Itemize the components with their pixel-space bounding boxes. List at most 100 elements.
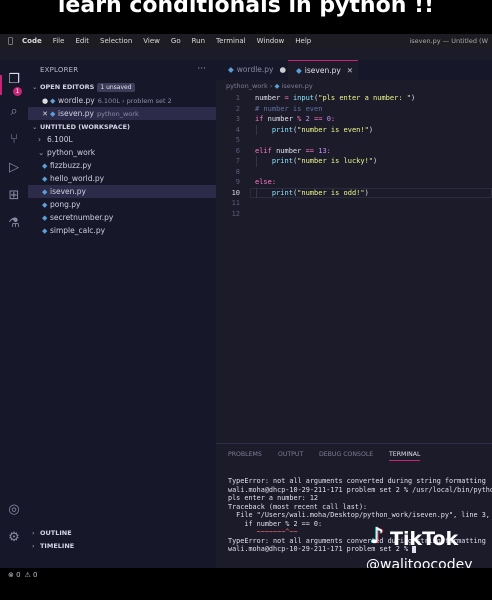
code-line: print("number is lucky!") bbox=[271, 157, 378, 165]
code-line: print("number is odd!") bbox=[271, 188, 369, 197]
source-control-icon[interactable]: ⑂ bbox=[6, 132, 22, 148]
active-indicator bbox=[0, 75, 2, 95]
terminal-line: pls enter a number: 12 bbox=[228, 494, 319, 502]
tiktok-logo-icon: ♪ bbox=[369, 524, 385, 549]
tab-output[interactable]: OUTPUT bbox=[278, 451, 303, 458]
terminal-line: wali.moha@dhcp-10-29-211-171 problem set… bbox=[228, 485, 492, 494]
file-pong[interactable]: ◆ pong.py bbox=[28, 198, 230, 211]
line-number: 10 bbox=[231, 188, 240, 197]
status-area: ⊗ 0 ⚠ 0 bbox=[0, 568, 492, 600]
breadcrumb-file[interactable]: iseven.py bbox=[282, 82, 313, 90]
workspace-header[interactable]: ⌄ UNTITLED (WORKSPACE) bbox=[32, 123, 130, 131]
line-number: 8 bbox=[235, 167, 240, 176]
python-file-icon: ◆ bbox=[296, 66, 302, 75]
run-debug-icon[interactable]: ▷ bbox=[6, 160, 22, 176]
menu-file[interactable]: File bbox=[53, 37, 65, 45]
python-file-icon: ◆ bbox=[50, 110, 56, 118]
explorer-title: EXPLORER bbox=[40, 66, 79, 74]
menu-run[interactable]: Run bbox=[192, 37, 205, 45]
menu-window[interactable]: Window bbox=[257, 37, 285, 45]
chevron-right-icon: › bbox=[38, 135, 41, 144]
breadcrumb-folder[interactable]: python_work bbox=[226, 82, 268, 90]
chevron-down-icon: ⌄ bbox=[32, 83, 38, 91]
tab-terminal[interactable]: TERMINAL bbox=[389, 451, 421, 461]
testing-icon[interactable]: ⚗ bbox=[6, 216, 22, 232]
open-editor-wordle[interactable]: ● ◆ wordle.py 6.100L › problem set 2 bbox=[28, 94, 228, 107]
tab-iseven[interactable]: ◆ iseven.py ✕ bbox=[288, 60, 358, 80]
code-editor[interactable]: 1 2 3 4 5 6 7 8 9 10 11 12 number = inpu… bbox=[216, 93, 492, 443]
video-caption: learn conditionals in python !! bbox=[0, 0, 492, 34]
close-icon[interactable]: ✕ bbox=[347, 66, 353, 75]
outline-header[interactable]: › OUTLINE bbox=[32, 529, 72, 537]
code-line: if number % 2 == 0: bbox=[255, 115, 336, 123]
python-file-icon: ◆ bbox=[274, 82, 280, 90]
file-iseven[interactable]: ◆ iseven.py bbox=[28, 185, 216, 198]
open-editors-header[interactable]: ⌄ OPEN EDITORS 1 unsaved bbox=[32, 83, 135, 92]
macos-menubar:  Code File Edit Selection View Go Run T… bbox=[0, 34, 492, 48]
line-number: 6 bbox=[235, 146, 240, 155]
chevron-down-icon: ⌄ bbox=[32, 123, 38, 131]
chevron-right-icon: › bbox=[32, 542, 35, 550]
files-icon[interactable]: ❐ bbox=[6, 72, 22, 88]
apple-menu-icon[interactable]:  bbox=[8, 37, 16, 45]
terminal-line: File "/Users/wali.moha/Desktop/python_wo… bbox=[228, 511, 492, 519]
line-number: 3 bbox=[235, 115, 240, 123]
chevron-down-icon: ⌄ bbox=[38, 148, 45, 157]
close-icon[interactable]: ✕ bbox=[40, 108, 50, 121]
extensions-icon[interactable]: ⊞ bbox=[6, 188, 22, 204]
folder-6100l[interactable]: › 6.100L bbox=[28, 133, 226, 146]
search-icon[interactable]: ⌕ bbox=[6, 104, 22, 120]
line-number: 11 bbox=[231, 199, 240, 207]
warnings-count[interactable]: ⚠ 0 bbox=[25, 571, 38, 579]
editor-tabs: ◆ wordle.py ● ◆ iseven.py ✕ bbox=[216, 60, 492, 80]
file-hello-world[interactable]: ◆ hello_world.py bbox=[28, 172, 230, 185]
menu-view[interactable]: View bbox=[143, 37, 160, 45]
breadcrumb: python_work › ◆ iseven.py bbox=[226, 82, 313, 90]
code-line: else: bbox=[255, 178, 277, 186]
status-bar: ⊗ 0 ⚠ 0 bbox=[0, 568, 492, 582]
more-actions-icon[interactable]: ··· bbox=[197, 64, 206, 74]
menu-edit[interactable]: Edit bbox=[75, 37, 89, 45]
menu-selection[interactable]: Selection bbox=[100, 37, 132, 45]
code-line: elif number == 13: bbox=[255, 146, 331, 155]
line-number: 7 bbox=[235, 157, 240, 165]
line-number: 4 bbox=[235, 125, 240, 134]
file-simple-calc[interactable]: ◆ simple_calc.py bbox=[28, 224, 230, 237]
folder-python-work[interactable]: ⌄ python_work bbox=[28, 146, 226, 159]
code-line: print("number is even!") bbox=[271, 125, 374, 134]
unsaved-dot-icon[interactable]: ● bbox=[280, 65, 287, 74]
chevron-right-icon: › bbox=[32, 529, 35, 537]
tiktok-brand: TikTok bbox=[390, 528, 459, 550]
tab-problems[interactable]: PROBLEMS bbox=[228, 451, 262, 458]
python-file-icon: ◆ bbox=[228, 65, 234, 74]
explorer-badge: 1 bbox=[13, 87, 22, 96]
terminal-line: TypeError: not all arguments converted d… bbox=[228, 477, 486, 485]
vscode-window: ❐ 1 ⌕ ⑂ ▷ ⊞ ⚗ ◎ ⚙ EXPLORER ··· ⌄ OPEN EDI… bbox=[0, 48, 492, 573]
explorer-sidebar: EXPLORER ··· ⌄ OPEN EDITORS 1 unsaved ● ◆ wo… bbox=[28, 60, 216, 568]
window-title: iseven.py — Untitled (W bbox=[409, 37, 488, 45]
line-number: 5 bbox=[235, 136, 240, 144]
file-fizzbuzz[interactable]: ◆ fizzbuzz.py bbox=[28, 159, 230, 172]
menu-terminal[interactable]: Terminal bbox=[216, 37, 246, 45]
menu-go[interactable]: Go bbox=[171, 37, 181, 45]
menu-help[interactable]: Help bbox=[295, 37, 311, 45]
tab-debug-console[interactable]: DEBUG CONSOLE bbox=[319, 451, 373, 458]
file-secretnumber[interactable]: ◆ secretnumber.py bbox=[28, 211, 230, 224]
open-editor-iseven[interactable]: ✕ ◆ iseven.py python_work bbox=[28, 107, 216, 120]
menu-code[interactable]: Code bbox=[22, 37, 42, 45]
errors-count[interactable]: ⊗ 0 bbox=[8, 571, 21, 579]
code-line: number = input("pls enter a number: ") bbox=[255, 94, 416, 102]
activity-bar: ❐ 1 ⌕ ⑂ ▷ ⊞ ⚗ ◎ ⚙ bbox=[0, 60, 28, 568]
settings-gear-icon[interactable]: ⚙ bbox=[6, 530, 22, 546]
terminal-line: Traceback (most recent call last): bbox=[228, 502, 368, 511]
line-number: 9 bbox=[235, 178, 240, 186]
line-number: 2 bbox=[235, 104, 240, 113]
breadcrumb-separator: › bbox=[269, 82, 273, 90]
code-line: # number is even bbox=[255, 104, 323, 113]
account-icon[interactable]: ◎ bbox=[6, 502, 22, 518]
timeline-header[interactable]: › TIMELINE bbox=[32, 542, 74, 550]
unsaved-badge: 1 unsaved bbox=[97, 83, 135, 92]
line-number: 1 bbox=[235, 94, 240, 102]
tab-wordle[interactable]: ◆ wordle.py ● bbox=[220, 60, 286, 80]
python-file-icon: ◆ bbox=[42, 227, 48, 235]
